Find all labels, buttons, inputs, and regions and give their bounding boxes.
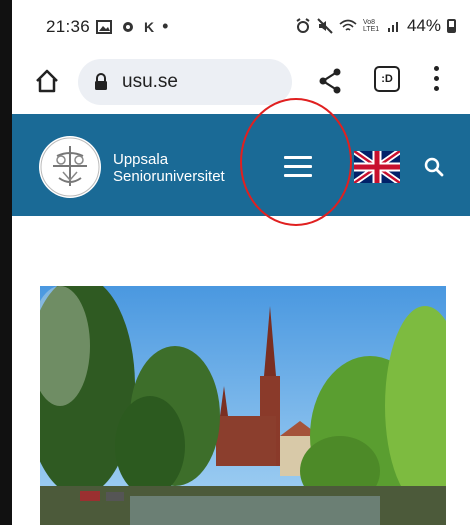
wifi-icon — [339, 19, 357, 31]
hamburger-menu-icon[interactable] — [284, 156, 312, 178]
more-menu-icon[interactable] — [432, 66, 440, 96]
battery-icon — [447, 19, 456, 33]
url-text: usu.se — [122, 71, 178, 92]
university-logo[interactable] — [39, 136, 101, 198]
home-icon[interactable] — [34, 68, 60, 94]
settings-icon — [123, 21, 133, 32]
photo-uppsala-cathedral — [40, 286, 446, 525]
k-icon: K — [144, 18, 155, 35]
dot-icon: • — [162, 16, 169, 36]
status-right: Vo8 LTE1 44% — [295, 16, 456, 36]
lock-icon — [95, 73, 107, 90]
battery-percent: 44% — [406, 16, 441, 35]
status-left-icons: K • — [96, 16, 168, 37]
site-name-line1: Uppsala — [113, 151, 169, 168]
site-name-line2: Senioruniversitet — [113, 168, 225, 185]
status-time: 21:36 — [46, 17, 91, 36]
address-bar[interactable]: usu.se — [78, 59, 292, 105]
phone-bezel — [0, 0, 12, 525]
uk-flag-icon[interactable] — [354, 151, 400, 183]
logo-emblem-icon — [40, 137, 100, 197]
mute-icon — [317, 18, 333, 34]
hero-image — [40, 286, 446, 525]
search-icon[interactable] — [423, 156, 445, 178]
status-bar: 21:36 K • Vo8 LTE1 44% — [12, 0, 470, 52]
browser-toolbar: usu.se :D — [12, 52, 470, 114]
alarm-icon — [296, 18, 310, 33]
gallery-icon — [96, 19, 112, 34]
volte-icon: Vo8 LTE1 — [362, 19, 380, 33]
site-name[interactable]: Uppsala Senioruniversitet — [113, 151, 225, 185]
signal-icon — [387, 22, 398, 32]
site-header: Uppsala Senioruniversitet — [12, 114, 470, 216]
tabs-button[interactable]: :D — [374, 66, 400, 92]
share-icon[interactable] — [315, 66, 345, 96]
